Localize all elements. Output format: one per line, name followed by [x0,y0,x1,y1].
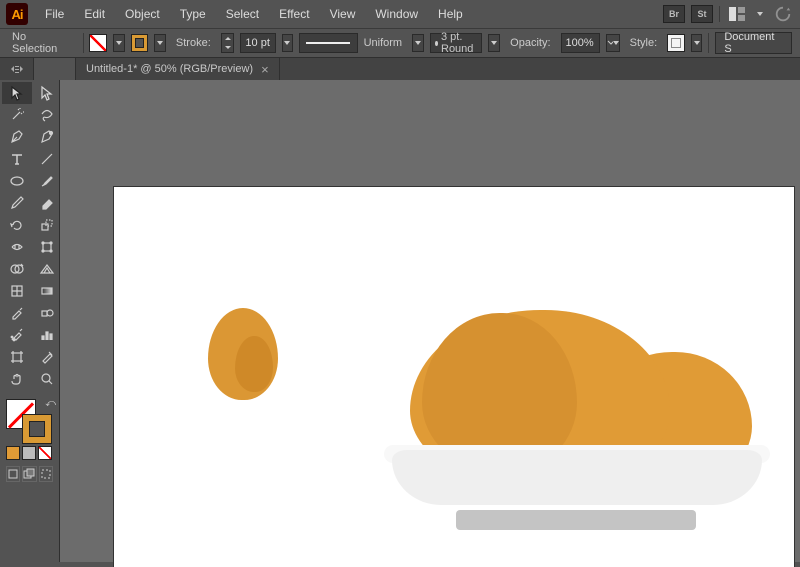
draw-mode-row [0,464,59,484]
type-tool[interactable] [2,148,32,170]
artwork-potato-small[interactable] [208,308,280,402]
menu-window[interactable]: Window [366,3,427,25]
document-setup-button[interactable]: Document S [715,32,792,54]
zoom-tool[interactable] [32,368,62,390]
line-segment-tool[interactable] [32,148,62,170]
stroke-label: Stroke: [172,37,215,49]
draw-normal-icon[interactable] [6,466,20,482]
stroke-weight-dropdown[interactable] [282,34,294,52]
color-swatch-none[interactable] [38,446,52,460]
draw-behind-icon[interactable] [22,466,36,482]
width-tool[interactable] [2,236,32,258]
pencil-tool[interactable] [2,192,32,214]
eyedropper-tool[interactable] [2,302,32,324]
artboard-tool[interactable] [2,346,32,368]
style-label: Style: [626,37,662,49]
draw-inside-icon[interactable] [39,466,53,482]
gradient-tool[interactable] [32,280,62,302]
arrange-documents-icon[interactable] [726,5,748,23]
slice-tool[interactable] [32,346,62,368]
free-transform-tool[interactable] [32,236,62,258]
style-dropdown[interactable] [691,34,703,52]
selection-tool[interactable] [2,82,32,104]
curvature-tool[interactable] [32,126,62,148]
sync-settings-icon[interactable] [772,4,794,24]
rotate-tool[interactable] [2,214,32,236]
fill-stroke-indicator[interactable]: ⤺ [0,396,60,442]
graphic-style-swatch[interactable] [667,34,685,52]
color-mode-row [0,442,59,464]
blend-tool[interactable] [32,302,62,324]
arrange-dropdown[interactable] [754,5,766,23]
menu-effect[interactable]: Effect [270,3,318,25]
artwork-bowl-group[interactable] [392,305,782,555]
tools-panel: ⤺ [0,80,60,562]
opacity-field[interactable]: 100% [561,33,600,53]
paintbrush-tool[interactable] [32,170,62,192]
collapse-panels-icon[interactable] [0,58,34,80]
menu-select[interactable]: Select [217,3,268,25]
menu-file[interactable]: File [36,3,73,25]
magic-wand-tool[interactable] [2,104,32,126]
opacity-dropdown[interactable] [606,34,620,52]
profile-label: Uniform [360,37,407,49]
document-tab-title: Untitled-1* @ 50% (RGB/Preview) [86,63,253,75]
symbol-sprayer-tool[interactable] [2,324,32,346]
menu-type[interactable]: Type [171,3,215,25]
column-graph-tool[interactable] [32,324,62,346]
stroke-weight-field[interactable]: 10 pt [240,33,275,53]
color-swatch-1[interactable] [6,446,20,460]
stroke-color-icon[interactable] [22,414,52,444]
shape-builder-tool[interactable] [2,258,32,280]
swap-fill-stroke-icon[interactable]: ⤺ [45,398,56,409]
fill-dropdown[interactable] [113,34,125,52]
mesh-tool[interactable] [2,280,32,302]
scale-tool[interactable] [32,214,62,236]
document-tab-bar: Untitled-1* @ 50% (RGB/Preview) × [0,58,800,80]
canvas-area[interactable] [60,80,800,562]
artboard[interactable] [114,187,794,567]
fill-swatch[interactable] [89,34,107,52]
document-tab[interactable]: Untitled-1* @ 50% (RGB/Preview) × [76,58,280,80]
stroke-weight-stepper[interactable] [221,33,235,53]
stroke-dropdown[interactable] [154,34,166,52]
stroke-swatch[interactable] [131,34,149,52]
menu-object[interactable]: Object [116,3,169,25]
menu-help[interactable]: Help [429,3,472,25]
opacity-label: Opacity: [506,37,554,49]
variable-width-profile[interactable] [299,33,357,53]
profile-dropdown[interactable] [412,34,424,52]
bridge-icon[interactable]: Br [663,5,685,23]
hand-tool[interactable] [2,368,32,390]
menu-view[interactable]: View [321,3,365,25]
brush-definition[interactable]: 3 pt. Round [430,33,483,53]
pen-tool[interactable] [2,126,32,148]
control-bar: No Selection Stroke: 10 pt Uniform 3 pt.… [0,28,800,58]
brush-size-text: 3 pt. Round [441,31,477,55]
menu-bar: Ai File Edit Object Type Select Effect V… [0,0,800,28]
eraser-tool[interactable] [32,192,62,214]
perspective-grid-tool[interactable] [32,258,62,280]
direct-selection-tool[interactable] [32,82,62,104]
brush-dropdown[interactable] [488,34,500,52]
color-swatch-2[interactable] [22,446,36,460]
menu-edit[interactable]: Edit [75,3,114,25]
lasso-tool[interactable] [32,104,62,126]
selection-status: No Selection [8,31,77,55]
ellipse-tool[interactable] [2,170,32,192]
app-logo-icon: Ai [6,3,28,25]
stock-icon[interactable]: St [691,5,713,23]
close-tab-icon[interactable]: × [261,63,269,76]
